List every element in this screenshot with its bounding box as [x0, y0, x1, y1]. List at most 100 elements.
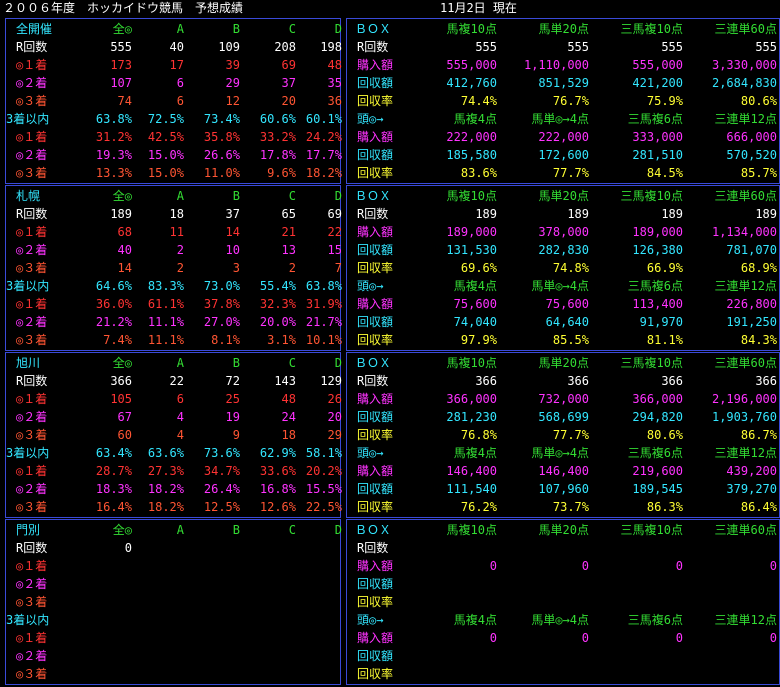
stat-value: 18 [281, 428, 296, 442]
bet-value: 219,600 [632, 464, 683, 478]
stat-value: 22 [169, 374, 184, 388]
stat-value: 11.1% [147, 315, 184, 329]
bet-result-row: R回数 [347, 539, 780, 557]
column-header: B [232, 356, 240, 370]
bet-value: 146,400 [446, 464, 497, 478]
row-label: 回収額 [357, 482, 394, 496]
bet-value: 74.8% [552, 261, 589, 275]
bet-column-header: 三連単60点 [714, 523, 777, 537]
page-title: ２００６年度 ホッカイドウ競馬 予想成績 [3, 1, 244, 15]
stat-value: 61.1% [147, 297, 184, 311]
column-header: D [334, 22, 342, 36]
bet-result-row: 回収額 [347, 575, 780, 593]
stat-value: 16.8% [259, 482, 296, 496]
row-label: ◎２着 [16, 649, 48, 663]
column-header-row: 札幌 全◎ A B C D [6, 187, 342, 205]
bet-type-label: ＢＯＸ [355, 356, 392, 370]
bet-result-row: 購入額 222,000 222,000 333,000 666,000 [347, 128, 780, 146]
stat-value: 60 [117, 428, 132, 442]
stat-value: 25 [225, 392, 240, 406]
column-header: B [232, 523, 240, 537]
row-label: R回数 [357, 40, 389, 54]
bet-value: 113,400 [632, 297, 683, 311]
bet-value: 189 [567, 207, 589, 221]
stat-value: 11.0% [203, 166, 240, 180]
stat-row: R回数 555 40 109 208 198 [6, 38, 342, 56]
bet-value: 69.6% [460, 261, 497, 275]
stat-value: 22.5% [305, 500, 342, 514]
bet-value: 378,000 [538, 225, 589, 239]
bet-type-label: 頭◎→ [357, 613, 384, 627]
bet-value: 66.9% [646, 261, 683, 275]
stat-value: 17 [169, 58, 184, 72]
column-header: 全◎ [112, 356, 132, 370]
stat-value: 208 [274, 40, 296, 54]
bet-value: 0 [675, 559, 683, 573]
stat-value: 15.0% [147, 166, 184, 180]
stat-value: 2 [176, 243, 184, 257]
row-label: R回数 [357, 374, 389, 388]
bet-result-row: 購入額 189,000 378,000 189,000 1,134,000 [347, 223, 780, 241]
bet-value: 68.9% [740, 261, 777, 275]
stat-value: 74 [117, 94, 132, 108]
stat-value: 366 [110, 374, 132, 388]
stat-value: 18.2% [305, 166, 342, 180]
bet-column-header: 三馬複10点 [620, 356, 683, 370]
stat-row: ◎３着 16.4% 18.2% 12.5% 12.6% 22.5% [6, 498, 342, 516]
bet-value: 555 [475, 40, 497, 54]
stat-value: 68 [117, 225, 132, 239]
column-header: 全◎ [112, 523, 132, 537]
bet-value: 0 [489, 631, 497, 645]
stat-value: 58.1% [305, 446, 342, 460]
column-header: A [176, 356, 184, 370]
row-label: 回収率 [357, 500, 394, 514]
stat-row: ◎３着 [6, 593, 342, 611]
row-label: 購入額 [357, 297, 394, 311]
row-label: 回収額 [357, 649, 394, 663]
stat-value: 63.6% [147, 446, 184, 460]
bet-column-header: 馬複4点 [453, 112, 497, 126]
row-label: 回収額 [357, 148, 394, 162]
row-label: ◎３着 [16, 595, 48, 609]
bet-value: 75,600 [453, 297, 497, 311]
row-label: 回収率 [357, 595, 394, 609]
row-label: 購入額 [357, 58, 394, 72]
stat-value: 69 [281, 58, 296, 72]
stat-row: ◎２着 67 4 19 24 20 [6, 408, 342, 426]
stat-value: 20.0% [259, 315, 296, 329]
bet-value: 76.7% [552, 94, 589, 108]
column-header: C [288, 189, 296, 203]
bet-value: 555,000 [632, 58, 683, 72]
stat-value: 35 [327, 76, 342, 90]
bet-value: 75,600 [545, 297, 589, 311]
column-header: A [176, 189, 184, 203]
stat-row: ◎２着 19.3% 15.0% 26.6% 17.8% 17.7% [6, 146, 342, 164]
stat-value: 10 [225, 243, 240, 257]
stat-value: 15 [327, 243, 342, 257]
stat-value: 21.7% [305, 315, 342, 329]
column-header: C [288, 356, 296, 370]
bet-value: 366,000 [446, 392, 497, 406]
venue-name: 門別 [16, 523, 41, 537]
row-label: R回数 [357, 207, 389, 221]
stat-value: 60.1% [305, 112, 342, 126]
betting-results-panel: ＢＯＸ 馬複10点 馬単20点 三馬複10点 三連単60点 R回数 189 189 189 189… [346, 185, 780, 351]
stat-value: 143 [274, 374, 296, 388]
betting-results-panel: ＢＯＸ 馬複10点 馬単20点 三馬複10点 三連単60点 R回数 555 555 555 555… [346, 18, 780, 184]
bet-result-row: 回収率 97.9% 85.5% 81.1% 84.3% [347, 331, 780, 349]
stat-value: 35.8% [203, 130, 240, 144]
stat-value: 29 [225, 76, 240, 90]
stat-value: 15.5% [305, 482, 342, 496]
row-label: 購入額 [357, 392, 394, 406]
bet-value: 73.7% [552, 500, 589, 514]
box-bet-header: ＢＯＸ 馬複10点 馬単20点 三馬複10点 三連単60点 [347, 20, 780, 38]
stat-value: 33.2% [259, 130, 296, 144]
bet-value: 1,110,000 [523, 58, 589, 72]
stat-value: 63.4% [95, 446, 132, 460]
row-label: 回収率 [357, 166, 394, 180]
stat-value: 6 [176, 76, 184, 90]
bet-value: 366 [475, 374, 497, 388]
bet-column-header: 馬単20点 [538, 356, 589, 370]
stat-value: 0 [124, 541, 132, 555]
stat-value: 24 [281, 410, 296, 424]
